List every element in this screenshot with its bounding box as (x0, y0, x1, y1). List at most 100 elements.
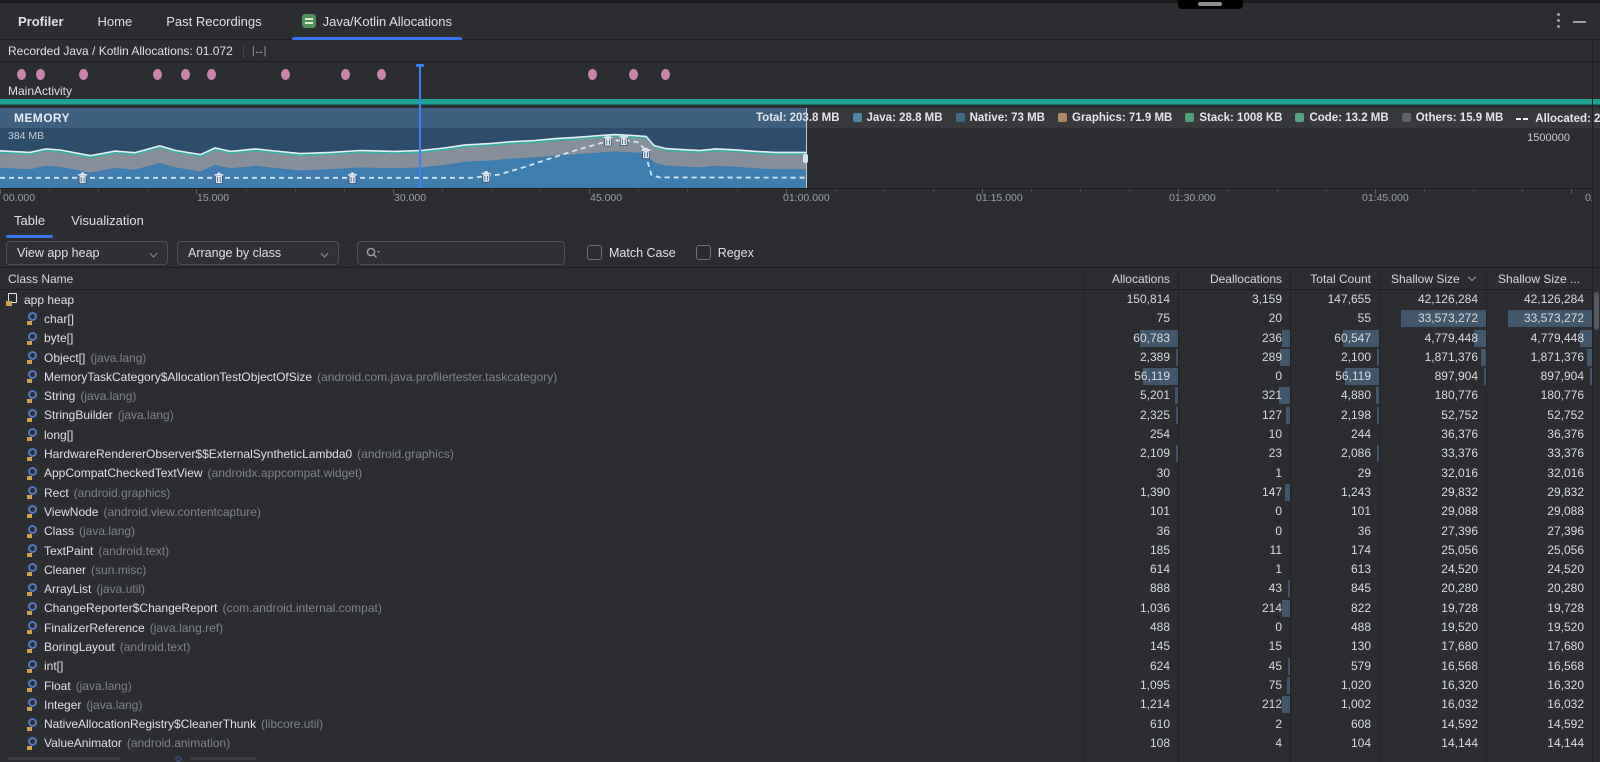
view-tab-table[interactable]: Table (14, 203, 45, 238)
allocation-event-dot[interactable] (661, 69, 670, 80)
gc-event-icon[interactable] (482, 171, 491, 182)
column-header-deallocations[interactable]: Deallocations (1178, 272, 1290, 286)
value-cell: 55 (1290, 309, 1379, 328)
table-row[interactable]: String(java.lang)5,2013214,880180,776180… (0, 386, 1592, 405)
table-row[interactable]: Cleaner(sun.misc)614161324,52024,520 (0, 560, 1592, 579)
gc-event-icon[interactable] (214, 173, 223, 184)
table-row[interactable]: BoringLayout(android.text)1451513017,680… (0, 637, 1592, 656)
value-cell: 4,779,448 (1486, 329, 1592, 348)
table-row[interactable]: app heap150,8143,159147,65542,126,28442,… (0, 290, 1592, 309)
class-name-cell: HardwareRendererObserver$$ExternalSynthe… (0, 447, 1083, 461)
table-row[interactable]: Integer(java.lang)1,2142121,00216,03216,… (0, 695, 1592, 714)
class-name-cell: ViewNode(android.view.contentcapture) (0, 505, 1083, 519)
timeline-playhead[interactable] (419, 64, 421, 188)
clipped-text-fragment (8, 757, 120, 760)
table-row[interactable]: long[]2541024436,37636,376 (0, 425, 1592, 444)
allocation-event-dot[interactable] (281, 69, 290, 80)
allocation-event-dot[interactable] (207, 69, 216, 80)
activity-lifecycle-bar[interactable] (0, 99, 1600, 105)
table-row[interactable]: Float(java.lang)1,095751,02016,32016,320 (0, 676, 1592, 695)
class-name: Cleaner (44, 563, 86, 577)
allocation-event-dot[interactable] (36, 69, 45, 80)
tab-past-recordings[interactable]: Past Recordings (162, 3, 265, 40)
gc-event-icon[interactable] (619, 135, 628, 146)
gc-event-icon[interactable] (642, 148, 651, 159)
table-row[interactable]: ArrayList(java.util)8884384520,28020,280 (0, 579, 1592, 598)
tab-java-kotlin-allocations[interactable]: Java/Kotlin Allocations (292, 3, 462, 40)
view-tab-label: Table (14, 213, 45, 228)
value-text: 608 (1351, 715, 1371, 734)
table-row[interactable]: Class(java.lang)3603627,39627,396 (0, 522, 1592, 541)
vertical-scrollbar[interactable] (1594, 292, 1599, 330)
table-row[interactable]: AppCompatCheckedTextView(androidx.appcom… (0, 464, 1592, 483)
axis-label: 45.000 (590, 192, 622, 203)
value-cell: 1 (1178, 464, 1290, 483)
zoom-to-fit-icon[interactable]: |↔| (252, 45, 266, 57)
table-row[interactable]: int[]6244557916,56816,568 (0, 657, 1592, 676)
table-row[interactable]: TextPaint(android.text)1851117425,05625,… (0, 541, 1592, 560)
tab-home[interactable]: Home (94, 3, 137, 40)
class-icon (26, 486, 39, 499)
table-row[interactable]: Rect(android.graphics)1,3901471,24329,83… (0, 483, 1592, 502)
allocation-event-dot[interactable] (588, 69, 597, 80)
legend-swatch (1402, 113, 1411, 122)
memory-chart[interactable]: 384 MB 1500000 (0, 128, 1600, 188)
value-text: 145 (1150, 637, 1170, 656)
class-icon (26, 660, 39, 673)
column-header-shallow-size-2[interactable]: Shallow Size ... (1486, 272, 1592, 286)
value-text: 52,752 (1441, 406, 1478, 425)
table-row[interactable]: NativeAllocationRegistry$CleanerThunk(li… (0, 715, 1592, 734)
value-cell: 897,904 (1379, 367, 1486, 386)
selection-drag-handle[interactable] (803, 154, 808, 163)
table-row[interactable]: ViewNode(android.view.contentcapture)101… (0, 502, 1592, 521)
playhead-handle[interactable] (416, 64, 424, 67)
gc-event-icon[interactable] (604, 135, 613, 146)
table-row[interactable]: byte[]60,78323660,5474,779,4484,779,448 (0, 329, 1592, 348)
table-row[interactable]: Object[](java.lang)2,3892892,1001,871,37… (0, 348, 1592, 367)
table-row[interactable]: ChangeReporter$ChangeReport(com.android.… (0, 599, 1592, 618)
gc-event-icon[interactable] (78, 173, 87, 184)
class-icon (26, 679, 39, 692)
arrange-select[interactable]: Arrange by class (177, 241, 339, 265)
table-row[interactable]: StringBuilder(java.lang)2,3251272,19852,… (0, 406, 1592, 425)
class-name: Rect (44, 486, 69, 500)
package-name: (com.android.internal.compat) (222, 601, 381, 615)
allocation-event-dot[interactable] (79, 69, 88, 80)
value-text: 29,088 (1441, 502, 1478, 521)
heap-select[interactable]: View app heap (6, 241, 168, 265)
tab-profiler[interactable]: Profiler (14, 3, 68, 40)
table-row[interactable]: HardwareRendererObserver$$ExternalSynthe… (0, 444, 1592, 463)
package-name: (android.graphics) (74, 486, 171, 500)
gc-event-icon[interactable] (348, 173, 357, 184)
match-case-checkbox[interactable] (587, 245, 602, 260)
table-row[interactable]: FinalizerReference(java.lang.ref)4880488… (0, 618, 1592, 637)
value-cell: 610 (1083, 715, 1178, 734)
column-header-allocations[interactable]: Allocations (1083, 272, 1178, 286)
search-box[interactable] (357, 241, 565, 265)
more-options-icon[interactable] (1557, 13, 1560, 28)
allocation-event-dot[interactable] (341, 69, 350, 80)
allocation-event-dot[interactable] (377, 69, 386, 80)
value-text: 212 (1262, 695, 1282, 714)
column-header-class-name[interactable]: Class Name (0, 272, 1083, 286)
value-cell: 1 (1178, 560, 1290, 579)
allocation-event-dot[interactable] (181, 69, 190, 80)
value-cell: 579 (1290, 657, 1379, 676)
axis-tick (638, 189, 639, 192)
heap-icon (6, 293, 19, 306)
column-header-shallow-size[interactable]: Shallow Size (1379, 272, 1486, 286)
table-row[interactable]: ValueAnimator(android.animation)10841041… (0, 734, 1592, 753)
class-name: HardwareRendererObserver$$ExternalSynthe… (44, 447, 352, 461)
allocation-event-dot[interactable] (629, 69, 638, 80)
regex-checkbox[interactable] (696, 245, 711, 260)
view-tab-visualization[interactable]: Visualization (71, 203, 144, 238)
search-input[interactable] (381, 246, 564, 260)
value-cell: 29,088 (1379, 502, 1486, 521)
class-name-cell: String(java.lang) (0, 389, 1083, 403)
allocation-event-dot[interactable] (17, 69, 26, 80)
allocation-event-dot[interactable] (153, 69, 162, 80)
column-header-total-count[interactable]: Total Count (1290, 272, 1379, 286)
table-row[interactable]: char[]75205533,573,27233,573,272 (0, 309, 1592, 328)
minimize-icon[interactable] (1573, 21, 1586, 23)
table-row[interactable]: MemoryTaskCategory$AllocationTestObjectO… (0, 367, 1592, 386)
